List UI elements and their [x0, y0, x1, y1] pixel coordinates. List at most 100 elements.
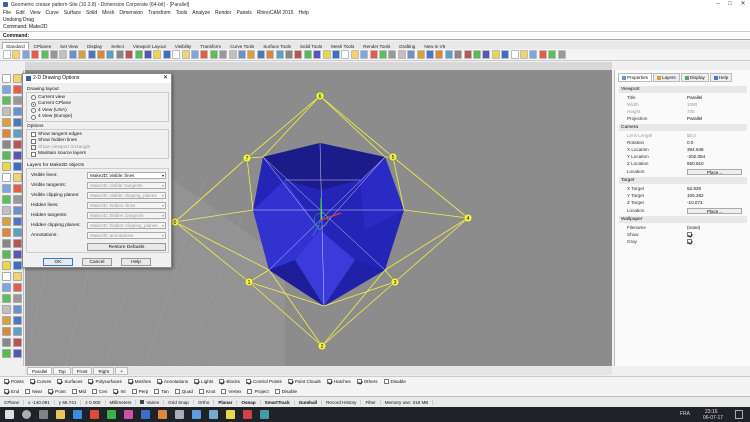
osnap-checkbox[interactable]: Annotations — [156, 379, 188, 384]
toolbar-tool-icon[interactable] — [538, 50, 547, 59]
osnap-checkbox[interactable]: Blocks — [219, 379, 240, 384]
app-icon-blue[interactable] — [192, 410, 201, 419]
menu-item[interactable]: File — [3, 10, 11, 16]
osnap-checkbox[interactable]: Disable — [383, 379, 406, 384]
menu-item[interactable]: Curve — [45, 10, 58, 16]
rhino-taskbar-icon[interactable] — [209, 410, 218, 419]
left-tool-icon[interactable] — [2, 151, 11, 160]
osnap-checkbox[interactable]: Polysurfaces — [88, 379, 122, 384]
toolbar-tool-icon[interactable] — [360, 50, 369, 59]
toolbar-tab[interactable]: Surface Tools — [259, 42, 295, 49]
toolbar-tool-icon[interactable] — [388, 50, 397, 59]
close-icon[interactable]: ✕ — [737, 0, 749, 9]
ok-button[interactable]: OK — [43, 258, 73, 266]
layout-radio[interactable] — [31, 95, 36, 100]
left-tool-icon[interactable] — [2, 239, 11, 248]
toolbar-tool-icon[interactable] — [219, 50, 228, 59]
filename-select[interactable]: (none) — [687, 224, 700, 231]
left-tool-icon[interactable] — [2, 305, 11, 314]
left-tool-icon[interactable] — [13, 294, 22, 303]
left-tool-icon[interactable] — [13, 74, 22, 83]
left-tool-icon[interactable] — [13, 85, 22, 94]
toolbar-tool-icon[interactable] — [228, 50, 237, 59]
toolbar-tool-icon[interactable] — [529, 50, 538, 59]
left-tool-icon[interactable] — [2, 96, 11, 105]
y-location-field[interactable]: -202.054 — [687, 153, 705, 160]
osnap-checkbox[interactable]: Disable — [274, 388, 297, 394]
app-icon-pink[interactable] — [124, 410, 133, 419]
checkbox-box[interactable] — [4, 379, 9, 384]
osnap-checkbox[interactable]: Points — [4, 379, 24, 384]
toolbar-tool-icon[interactable] — [501, 50, 510, 59]
left-tool-icon[interactable] — [13, 239, 22, 248]
toolbar-tool-icon[interactable] — [454, 50, 463, 59]
left-tool-icon[interactable] — [13, 338, 22, 347]
checkbox-box[interactable] — [274, 388, 280, 394]
toolbar-tool-icon[interactable] — [247, 50, 256, 59]
toolbar-tool-icon[interactable] — [444, 50, 453, 59]
title-value[interactable]: Parallel — [687, 94, 702, 101]
option-checkbox[interactable] — [31, 145, 36, 150]
left-tool-icon[interactable] — [2, 118, 11, 127]
left-tool-icon[interactable] — [2, 129, 11, 138]
status-record-history[interactable]: Record History — [322, 399, 362, 405]
checkbox-box[interactable] — [25, 388, 31, 394]
toolbar-tool-icon[interactable] — [303, 50, 312, 59]
toolbar-tool-icon[interactable] — [491, 50, 500, 59]
checkbox-box[interactable] — [326, 379, 332, 384]
toolbar-tool-icon[interactable] — [332, 50, 340, 59]
toolbar-tool-icon[interactable] — [50, 50, 58, 59]
left-tool-icon[interactable] — [13, 118, 22, 127]
camera-place-button[interactable]: Place... — [687, 168, 742, 175]
toolbar-tool-icon[interactable] — [397, 50, 406, 59]
toolbar-tool-icon[interactable] — [209, 50, 218, 59]
left-tool-icon[interactable] — [13, 228, 22, 237]
toolbar-tab[interactable]: New in V5 — [420, 42, 449, 49]
toolbar-tool-icon[interactable] — [341, 50, 350, 59]
toolbar-tool-icon[interactable] — [294, 50, 303, 59]
maximize-icon[interactable]: □ — [724, 0, 736, 9]
layout-radio[interactable] — [31, 101, 36, 107]
left-tool-icon[interactable] — [13, 283, 22, 292]
status-smarttrack[interactable]: SmartTrack — [261, 399, 295, 405]
checkbox-box[interactable] — [127, 379, 133, 384]
toolbar-tool-icon[interactable] — [162, 50, 171, 59]
file-explorer-icon[interactable] — [56, 410, 65, 419]
view-tab[interactable]: Top — [53, 366, 71, 375]
menu-item[interactable]: Render — [215, 10, 231, 16]
toolbar-tool-icon[interactable] — [463, 50, 472, 59]
left-tool-icon[interactable] — [2, 283, 11, 292]
command-line[interactable]: Command: — [0, 32, 750, 40]
app-icon-yellow[interactable] — [226, 410, 235, 419]
menu-item[interactable]: Edit — [16, 10, 25, 16]
left-tool-icon[interactable] — [13, 184, 22, 193]
toolbar-tab[interactable]: Mesh Tools — [327, 42, 358, 49]
checkbox-box[interactable] — [92, 388, 98, 394]
projection-select[interactable]: Parallel — [687, 115, 702, 122]
toolbar-tool-icon[interactable] — [350, 50, 359, 59]
tab-properties[interactable]: Properties — [618, 73, 652, 82]
menu-item[interactable]: Dimension — [119, 10, 143, 16]
word-icon[interactable] — [141, 410, 150, 419]
toolbar-tool-icon[interactable] — [313, 50, 322, 59]
checkbox-box[interactable] — [245, 379, 251, 384]
osnap-checkbox[interactable]: Int — [113, 388, 126, 394]
layer-select[interactable]: Make2D::hidden::clipping_planes — [87, 222, 166, 229]
left-tool-icon[interactable] — [2, 261, 11, 270]
osnap-checkbox[interactable]: Point — [48, 388, 66, 394]
layer-select[interactable]: Make2D::annotations — [87, 232, 166, 239]
checkbox-box[interactable] — [219, 379, 225, 384]
toolbar-tool-icon[interactable] — [369, 50, 378, 59]
left-tool-icon[interactable] — [13, 195, 22, 204]
osnap-checkbox[interactable]: Vertex — [221, 388, 241, 394]
toolbar-tool-icon[interactable] — [557, 50, 566, 59]
start-icon[interactable] — [5, 410, 14, 419]
app-icon-dark-red[interactable] — [243, 410, 252, 419]
osnap-checkbox[interactable]: Mid — [71, 388, 86, 394]
left-tool-icon[interactable] — [13, 162, 22, 171]
toolbar-tool-icon[interactable] — [200, 50, 209, 59]
left-tool-icon[interactable] — [2, 184, 11, 193]
left-tool-icon[interactable] — [13, 140, 22, 149]
osnap-checkbox[interactable]: Curves — [29, 379, 51, 384]
checkbox-box[interactable] — [198, 388, 204, 394]
